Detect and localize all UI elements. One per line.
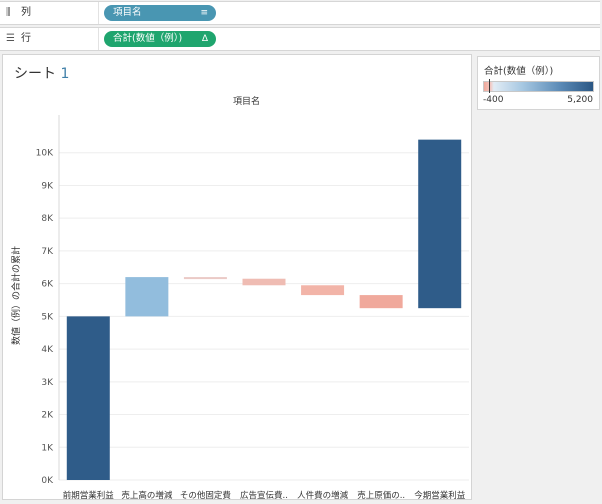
x-category-label: 今期営業利益 bbox=[414, 490, 466, 499]
waterfall-chart[interactable]: 0K 1K 2K 3K 4K 5K 6K 7K 8K 9K 10K 前期営業利益 売上高の増減 その他固定… bbox=[3, 55, 471, 499]
legend-gradient bbox=[483, 81, 594, 92]
rows-pill[interactable]: 合計(数値（例）) Δ bbox=[104, 31, 216, 47]
legend-max-label: 5,200 bbox=[567, 95, 593, 105]
x-category-label: 広告宣伝費.. bbox=[240, 490, 288, 499]
y-tick-label: 1K bbox=[41, 443, 54, 453]
y-tick-label: 3K bbox=[41, 378, 54, 388]
x-category-label: 売上原価の.. bbox=[357, 490, 405, 499]
legend-title: 合計(数値（例）) bbox=[484, 66, 554, 77]
waterfall-bar[interactable] bbox=[359, 295, 403, 309]
y-tick-label: 4K bbox=[41, 345, 54, 355]
waterfall-bar[interactable] bbox=[66, 316, 110, 480]
columns-pill[interactable]: 項目名 ≡ bbox=[104, 5, 216, 21]
y-tick-label: 9K bbox=[41, 181, 54, 191]
columns-shelf: ⫼ 列 項目名 ≡ bbox=[0, 1, 600, 25]
y-tick-label: 8K bbox=[41, 214, 54, 224]
x-category-label: その他固定費 bbox=[180, 490, 232, 499]
y-tick-label: 2K bbox=[41, 411, 54, 421]
rows-shelf: ☰ 行 合計(数値（例）) Δ bbox=[0, 27, 600, 51]
columns-icon: ⫼ bbox=[6, 7, 11, 18]
sort-icon: ≡ bbox=[200, 8, 208, 18]
y-tick-label: 7K bbox=[41, 247, 54, 257]
worksheet[interactable]: シート 1 項目名 数値（例）の合計の累計 0K 1K 2K 3K 4K 5K 6K 7K 8K… bbox=[2, 54, 472, 500]
y-tick-label: 6K bbox=[41, 280, 54, 290]
delta-icon: Δ bbox=[201, 34, 208, 44]
columns-shelf-label: ⫼ 列 bbox=[6, 2, 99, 24]
y-tick-label: 5K bbox=[41, 312, 54, 322]
legend-min-label: -400 bbox=[483, 95, 504, 105]
waterfall-bar[interactable] bbox=[301, 285, 345, 296]
waterfall-bar[interactable] bbox=[125, 277, 169, 317]
rows-icon: ☰ bbox=[6, 33, 15, 44]
waterfall-bar[interactable] bbox=[418, 139, 462, 309]
legend-marker bbox=[489, 79, 490, 93]
y-tick-label: 10K bbox=[36, 149, 54, 159]
x-category-label: 人件費の増減 bbox=[297, 490, 349, 499]
waterfall-bar[interactable] bbox=[183, 277, 227, 280]
x-category-label: 前期営業利益 bbox=[63, 490, 115, 499]
y-tick-label: 0K bbox=[41, 476, 54, 486]
x-category-label: 売上高の増減 bbox=[121, 490, 173, 499]
color-legend[interactable]: 合計(数値（例）) -400 5,200 bbox=[477, 56, 600, 110]
rows-shelf-label: ☰ 行 bbox=[6, 28, 99, 50]
waterfall-bar[interactable] bbox=[242, 278, 286, 286]
